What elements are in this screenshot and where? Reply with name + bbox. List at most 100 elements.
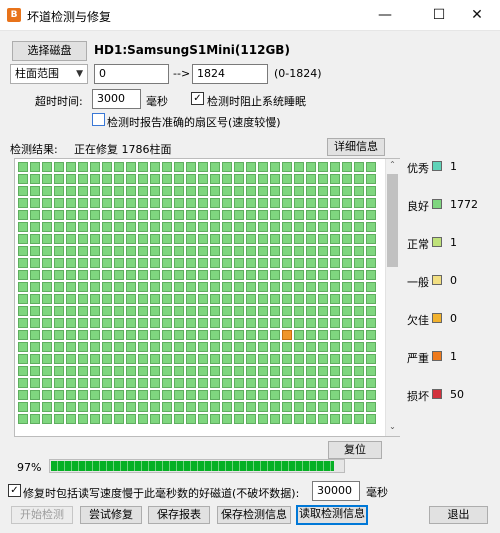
cylinder-cell xyxy=(246,186,256,196)
progress-fill xyxy=(51,461,334,471)
cylinder-cell xyxy=(330,330,340,340)
cylinder-cell xyxy=(306,258,316,268)
cylinder-cell xyxy=(90,390,100,400)
cylinder-map xyxy=(14,158,400,437)
cylinder-cell xyxy=(294,330,304,340)
close-icon[interactable]: ✕ xyxy=(454,0,500,31)
prevent-sleep-checkbox[interactable]: ✓ xyxy=(191,92,204,105)
save-check-info-button[interactable]: 保存检测信息 xyxy=(217,506,291,524)
cylinder-cell xyxy=(42,330,52,340)
cylinder-cell xyxy=(234,222,244,232)
cylinder-cell xyxy=(42,294,52,304)
cylinder-cell xyxy=(282,306,292,316)
cylinder-cell xyxy=(234,354,244,364)
repair-slow-checkbox[interactable]: ✓ xyxy=(8,484,21,497)
save-report-button[interactable]: 保存报表 xyxy=(148,506,210,524)
cylinder-cell xyxy=(150,306,160,316)
cylinder-cell xyxy=(162,246,172,256)
cylinder-cell xyxy=(246,258,256,268)
cylinder-cell xyxy=(318,234,328,244)
cylinder-cell xyxy=(366,234,376,244)
scroll-up-icon[interactable]: ⌃ xyxy=(385,160,400,169)
cylinder-cell xyxy=(366,162,376,172)
cylinder-cell xyxy=(342,198,352,208)
cylinder-cell xyxy=(186,402,196,412)
cylinder-cell xyxy=(30,186,40,196)
cylinder-cell xyxy=(294,366,304,376)
cylinder-cell xyxy=(114,402,124,412)
cylinder-cell xyxy=(114,258,124,268)
range-mode-select[interactable]: 柱面范围 ▼ xyxy=(10,64,88,84)
cylinder-cell xyxy=(90,282,100,292)
cylinder-cell xyxy=(282,234,292,244)
cylinder-cell xyxy=(18,282,28,292)
cylinder-cell xyxy=(318,378,328,388)
range-separator: --> xyxy=(173,67,191,80)
cylinder-cell xyxy=(234,378,244,388)
cylinder-cell xyxy=(150,186,160,196)
cylinder-cell xyxy=(246,246,256,256)
cylinder-cell xyxy=(162,378,172,388)
cylinder-cell xyxy=(210,306,220,316)
range-start-input[interactable]: 0 xyxy=(94,64,169,84)
cylinder-cell xyxy=(162,306,172,316)
timeout-input[interactable]: 3000 xyxy=(92,89,141,109)
detail-info-button[interactable]: 详细信息 xyxy=(327,138,385,156)
legend-label: 损坏 xyxy=(407,390,429,403)
cylinder-cell xyxy=(42,258,52,268)
cylinder-cell xyxy=(366,354,376,364)
cylinder-cell xyxy=(330,186,340,196)
cylinder-cell xyxy=(282,414,292,424)
cylinder-cell xyxy=(150,174,160,184)
exit-button[interactable]: 退出 xyxy=(429,506,488,524)
report-sector-checkbox[interactable] xyxy=(92,113,105,126)
scroll-down-icon[interactable]: ⌄ xyxy=(385,422,400,431)
cylinder-cell xyxy=(318,282,328,292)
cylinder-cell xyxy=(342,378,352,388)
cylinder-cell xyxy=(54,246,64,256)
cylinder-cell xyxy=(162,282,172,292)
start-check-button[interactable]: 开始检测 xyxy=(11,506,73,524)
cylinder-cell xyxy=(138,174,148,184)
minimize-icon[interactable]: — xyxy=(362,0,408,31)
cylinder-cell xyxy=(66,174,76,184)
cylinder-cell xyxy=(90,186,100,196)
range-end-input[interactable]: 1824 xyxy=(192,64,268,84)
reset-button[interactable]: 复位 xyxy=(328,441,382,459)
cylinder-cell xyxy=(18,390,28,400)
cylinder-cell xyxy=(306,198,316,208)
cylinder-cell xyxy=(354,282,364,292)
cylinder-cell xyxy=(306,402,316,412)
cylinder-cell xyxy=(342,246,352,256)
cylinder-cell xyxy=(126,174,136,184)
cylinder-cell xyxy=(162,222,172,232)
cylinder-cell xyxy=(210,342,220,352)
cylinder-cell xyxy=(222,270,232,280)
cylinder-cell xyxy=(54,378,64,388)
select-disk-button[interactable]: 选择磁盘 xyxy=(12,41,87,61)
cylinder-cell xyxy=(330,162,340,172)
scroll-thumb[interactable] xyxy=(387,174,398,267)
read-check-info-button[interactable]: 读取检测信息 xyxy=(296,505,368,525)
repair-slow-input[interactable]: 30000 xyxy=(312,481,360,501)
cylinder-cell xyxy=(306,366,316,376)
cylinder-cell xyxy=(78,234,88,244)
cylinder-cell xyxy=(210,354,220,364)
cylinder-cell xyxy=(18,318,28,328)
cylinder-cell xyxy=(114,354,124,364)
cylinder-cell xyxy=(318,222,328,232)
cylinder-cell xyxy=(150,270,160,280)
cylinder-cell xyxy=(294,378,304,388)
cylinder-cell xyxy=(138,186,148,196)
cylinder-cell xyxy=(102,306,112,316)
cylinder-cell xyxy=(174,306,184,316)
cylinder-cell xyxy=(246,222,256,232)
cylinder-cell xyxy=(246,390,256,400)
cylinder-cell xyxy=(306,246,316,256)
legend-count: 0 xyxy=(450,274,457,287)
cylinder-cell xyxy=(366,186,376,196)
range-mode-value: 柱面范围 xyxy=(15,67,59,80)
cylinder-cell xyxy=(30,402,40,412)
try-repair-button[interactable]: 尝试修复 xyxy=(80,506,142,524)
cylinder-cell xyxy=(282,222,292,232)
